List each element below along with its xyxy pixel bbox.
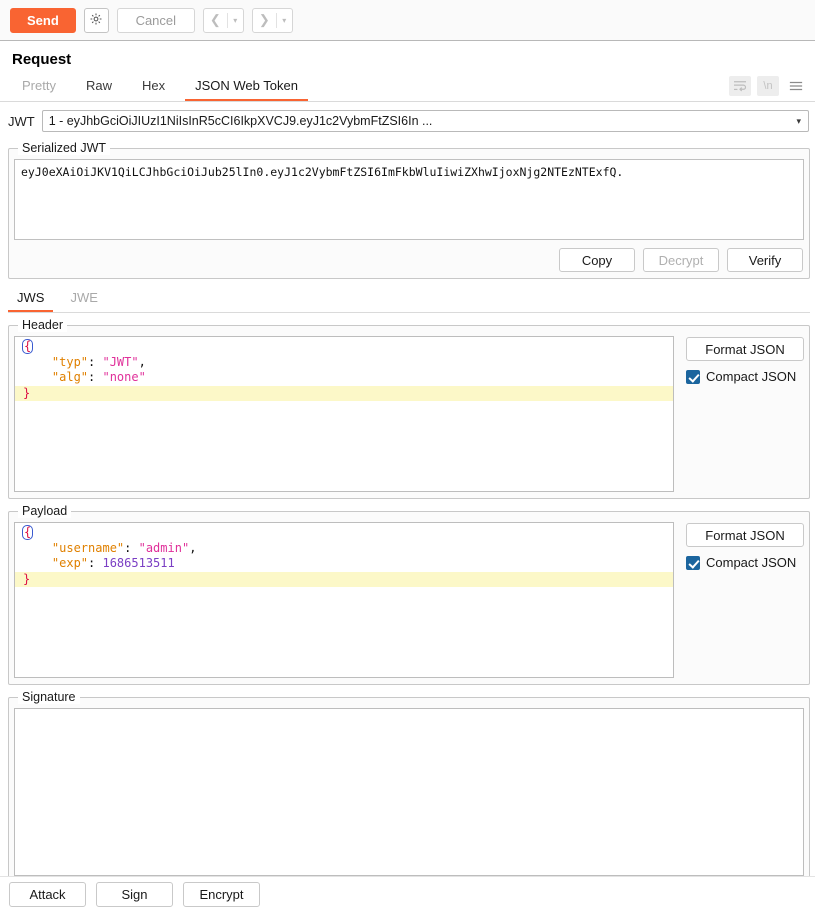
serialized-jwt-legend: Serialized JWT — [18, 141, 111, 155]
decrypt-button: Decrypt — [643, 248, 719, 272]
jwt-label: JWT — [8, 113, 35, 129]
payload-compact-json-checkbox[interactable]: Compact JSON — [686, 555, 804, 570]
json-value: "none" — [102, 370, 146, 384]
send-button[interactable]: Send — [10, 7, 76, 33]
verify-button[interactable]: Verify — [727, 248, 803, 272]
tab-hex[interactable]: Hex — [132, 78, 175, 101]
json-colon: : — [88, 556, 103, 570]
open-brace: { — [22, 525, 34, 540]
header-json-editor[interactable]: { "typ": "JWT", "alg": "none" } — [14, 336, 674, 492]
sign-button[interactable]: Sign — [96, 882, 173, 907]
header-side-panel: Format JSON Compact JSON — [674, 336, 804, 492]
editor-toolbar-icons: \n — [729, 76, 807, 96]
jwt-selector-row: JWT 1 - eyJhbGciOiJIUzI1NiIsInR5cCI6IkpX… — [0, 102, 815, 132]
json-key: "username" — [51, 540, 125, 555]
payload-json-editor[interactable]: { "username": "admin", "exp": 1686513511… — [14, 522, 674, 678]
page-title: Request — [12, 51, 72, 68]
code-line: "exp": 1686513511 — [15, 556, 673, 572]
chevron-down-icon[interactable]: ▾ — [277, 9, 292, 32]
json-value: "admin" — [138, 540, 190, 555]
checkbox-checked-icon — [686, 369, 700, 384]
jwt-select-value: 1 - eyJhbGciOiJIUzI1NiIsInR5cCI6IkpXVCJ9… — [48, 114, 433, 128]
chevron-down-icon: ▾ — [796, 115, 801, 126]
newline-icon[interactable]: \n — [757, 76, 779, 96]
json-key: "exp" — [51, 556, 89, 570]
tab-jws[interactable]: JWS — [8, 290, 54, 312]
open-brace: { — [22, 339, 34, 354]
encrypt-button[interactable]: Encrypt — [183, 882, 260, 907]
serialized-jwt-input[interactable]: eyJ0eXAiOiJKV1QiLCJhbGciOiJub25lIn0.eyJ1… — [14, 159, 804, 240]
signature-group: Signature — [8, 690, 810, 883]
tab-json-web-token[interactable]: JSON Web Token — [185, 78, 308, 101]
serialized-jwt-group: Serialized JWT eyJ0eXAiOiJKV1QiLCJhbGciO… — [8, 141, 810, 279]
copy-button[interactable]: Copy — [559, 248, 635, 272]
chevron-down-icon[interactable]: ▾ — [228, 9, 243, 32]
cancel-button[interactable]: Cancel — [116, 7, 195, 33]
tab-pretty[interactable]: Pretty — [12, 78, 66, 101]
tab-jwe[interactable]: JWE — [61, 290, 106, 312]
payload-legend: Payload — [18, 504, 72, 518]
close-brace: } — [23, 385, 31, 400]
json-key: "typ" — [51, 354, 89, 369]
request-view-tabs: Pretty Raw Hex JSON Web Token \n — [0, 74, 815, 102]
code-line: { — [15, 339, 673, 355]
newline-label: \n — [763, 80, 773, 92]
code-line: "username": "admin", — [15, 541, 673, 557]
next-request-button[interactable]: ❯ ▾ — [251, 7, 293, 33]
top-toolbar: Send Cancel ❮ ▾ ❯ ▾ — [0, 0, 815, 41]
code-line: "alg": "none" — [15, 370, 673, 386]
word-wrap-icon[interactable] — [729, 76, 751, 96]
prev-request-button[interactable]: ❮ ▾ — [202, 7, 244, 33]
close-brace: } — [23, 571, 31, 586]
signature-input[interactable] — [14, 708, 804, 876]
json-value: 1686513511 — [102, 556, 175, 570]
code-line: "typ": "JWT", — [15, 355, 673, 371]
gear-icon — [89, 12, 103, 29]
code-line-active: } — [15, 571, 673, 587]
code-line-active: } — [15, 385, 673, 401]
signature-legend: Signature — [18, 690, 80, 704]
token-type-tabs: JWS JWE — [8, 287, 810, 313]
serialized-jwt-actions: Copy Decrypt Verify — [14, 248, 804, 272]
settings-button[interactable] — [83, 7, 109, 33]
chevron-right-icon: ❯ — [258, 12, 270, 27]
payload-format-json-button[interactable]: Format JSON — [686, 523, 804, 547]
payload-side-panel: Format JSON Compact JSON — [674, 522, 804, 678]
header-format-json-button[interactable]: Format JSON — [686, 337, 804, 361]
tab-raw[interactable]: Raw — [76, 78, 122, 101]
code-line: { — [15, 525, 673, 541]
header-compact-json-checkbox[interactable]: Compact JSON — [686, 369, 804, 384]
json-comma: , — [189, 540, 197, 555]
header-group: Header { "typ": "JWT", "alg": "none" } F… — [8, 318, 810, 499]
hamburger-menu-icon[interactable] — [785, 76, 807, 96]
json-colon: : — [124, 540, 139, 555]
payload-group: Payload { "username": "admin", "exp": 16… — [8, 504, 810, 685]
header-compact-json-label: Compact JSON — [706, 369, 797, 384]
bottom-action-bar: Attack Sign Encrypt — [0, 876, 815, 912]
json-key: "alg" — [51, 370, 89, 384]
json-colon: : — [88, 370, 103, 384]
header-legend: Header — [18, 318, 67, 332]
json-colon: : — [88, 354, 103, 369]
checkbox-checked-icon — [686, 555, 700, 570]
attack-button[interactable]: Attack — [9, 882, 86, 907]
json-comma: , — [138, 354, 146, 369]
payload-compact-json-label: Compact JSON — [706, 555, 797, 570]
json-value: "JWT" — [102, 354, 139, 369]
chevron-left-icon: ❮ — [209, 12, 221, 27]
jwt-select[interactable]: 1 - eyJhbGciOiJIUzI1NiIsInR5cCI6IkpXVCJ9… — [41, 110, 809, 132]
